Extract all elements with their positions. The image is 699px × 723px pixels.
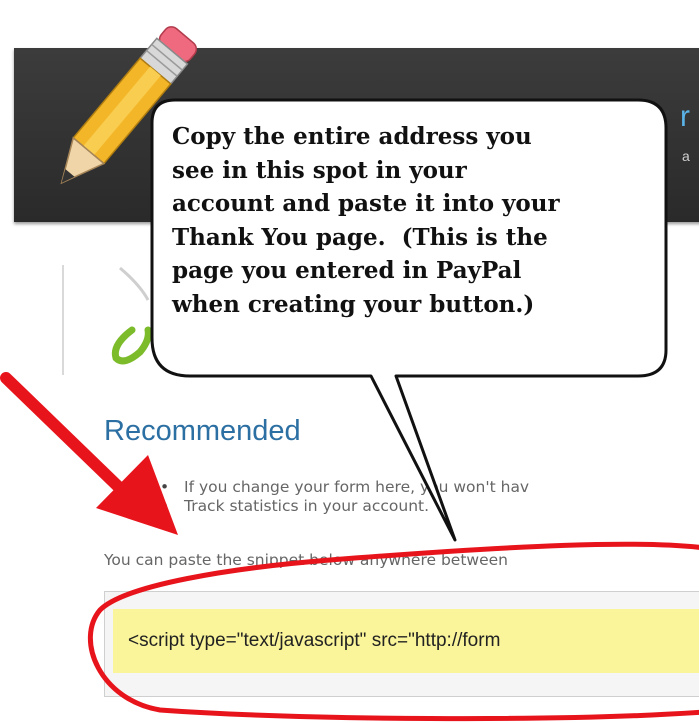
header-brand-fragment: r [680,100,690,133]
bullet-list: If you change your form here, you won't … [160,478,529,516]
snippet-code[interactable]: <script type="text/javascript" src="http… [113,609,699,673]
list-item: If you change your form here, you won't … [160,478,529,497]
arrow-annotation [0,372,178,535]
list-item: Track statistics in your account. [160,497,529,516]
section-heading: Recommended [104,415,301,447]
callout-text: Copy the entire address you see in this … [172,123,560,318]
sidebar-divider [62,265,64,375]
paste-instructions: You can paste the snippet below anywhere… [104,551,508,569]
header-sub-fragment: a [682,148,690,164]
